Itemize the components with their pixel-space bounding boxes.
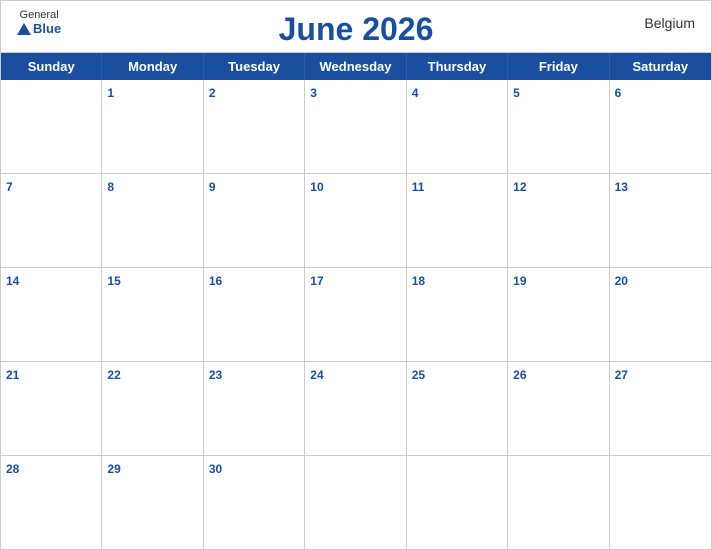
day-number: 18	[412, 274, 425, 288]
day-cell	[1, 80, 102, 173]
week-row-3: 14 15 16 17 18 19 20	[1, 268, 711, 362]
day-number: 16	[209, 274, 222, 288]
week-row-1: 1 2 3 4 5 6	[1, 80, 711, 174]
day-header-tuesday: Tuesday	[204, 53, 305, 80]
day-cell: 27	[610, 362, 711, 455]
day-number: 25	[412, 368, 425, 382]
day-cell: 22	[102, 362, 203, 455]
day-number: 10	[310, 180, 323, 194]
day-cell: 20	[610, 268, 711, 361]
day-number: 14	[6, 274, 19, 288]
logo-blue-text: Blue	[17, 21, 61, 36]
day-cell: 26	[508, 362, 609, 455]
day-number: 15	[107, 274, 120, 288]
day-header-monday: Monday	[102, 53, 203, 80]
day-cell: 28	[1, 456, 102, 549]
day-header-thursday: Thursday	[407, 53, 508, 80]
day-cell: 21	[1, 362, 102, 455]
day-cell: 23	[204, 362, 305, 455]
day-number: 5	[513, 86, 520, 100]
day-cell: 19	[508, 268, 609, 361]
day-cell	[305, 456, 406, 549]
calendar-header: General Blue June 2026 Belgium	[1, 1, 711, 52]
week-row-5: 28 29 30	[1, 456, 711, 549]
day-number: 23	[209, 368, 222, 382]
day-cell	[407, 456, 508, 549]
day-cell: 14	[1, 268, 102, 361]
day-number: 1	[107, 86, 114, 100]
day-number: 4	[412, 86, 419, 100]
logo-triangle-icon	[17, 23, 31, 35]
day-cell: 11	[407, 174, 508, 267]
day-number: 27	[615, 368, 628, 382]
logo-general-text: General	[20, 9, 59, 21]
day-cell	[508, 456, 609, 549]
day-number: 21	[6, 368, 19, 382]
day-number: 7	[6, 180, 13, 194]
day-cell: 9	[204, 174, 305, 267]
day-cell: 10	[305, 174, 406, 267]
week-row-2: 7 8 9 10 11 12 13	[1, 174, 711, 268]
day-number: 20	[615, 274, 628, 288]
day-number: 6	[615, 86, 622, 100]
day-cell: 24	[305, 362, 406, 455]
day-number: 28	[6, 462, 19, 476]
day-cell: 8	[102, 174, 203, 267]
day-cell: 1	[102, 80, 203, 173]
weeks-container: 1234567891011121314151617181920212223242…	[1, 80, 711, 549]
day-cell: 29	[102, 456, 203, 549]
month-title: June 2026	[279, 11, 434, 48]
country-label: Belgium	[644, 15, 695, 31]
day-cell	[610, 456, 711, 549]
day-number: 19	[513, 274, 526, 288]
day-number: 12	[513, 180, 526, 194]
day-number: 11	[412, 180, 425, 194]
day-number: 2	[209, 86, 216, 100]
day-header-wednesday: Wednesday	[305, 53, 406, 80]
day-number: 8	[107, 180, 114, 194]
day-cell: 13	[610, 174, 711, 267]
day-cell: 12	[508, 174, 609, 267]
day-number: 13	[615, 180, 628, 194]
day-header-saturday: Saturday	[610, 53, 711, 80]
day-cell: 18	[407, 268, 508, 361]
day-number: 30	[209, 462, 222, 476]
day-number: 9	[209, 180, 216, 194]
calendar-grid: SundayMondayTuesdayWednesdayThursdayFrid…	[1, 52, 711, 549]
day-cell: 2	[204, 80, 305, 173]
day-header-sunday: Sunday	[1, 53, 102, 80]
day-number: 3	[310, 86, 317, 100]
calendar: General Blue June 2026 Belgium SundayMon…	[0, 0, 712, 550]
week-row-4: 21 22 23 24 25 26 27	[1, 362, 711, 456]
day-headers-row: SundayMondayTuesdayWednesdayThursdayFrid…	[1, 53, 711, 80]
day-number: 17	[310, 274, 323, 288]
day-number: 22	[107, 368, 120, 382]
day-cell: 5	[508, 80, 609, 173]
day-number: 24	[310, 368, 323, 382]
day-cell: 6	[610, 80, 711, 173]
day-cell: 17	[305, 268, 406, 361]
day-header-friday: Friday	[508, 53, 609, 80]
day-cell: 7	[1, 174, 102, 267]
day-cell: 15	[102, 268, 203, 361]
day-number: 29	[107, 462, 120, 476]
day-cell: 3	[305, 80, 406, 173]
day-cell: 16	[204, 268, 305, 361]
day-number: 26	[513, 368, 526, 382]
day-cell: 4	[407, 80, 508, 173]
logo: General Blue	[17, 9, 61, 36]
day-cell: 30	[204, 456, 305, 549]
day-cell: 25	[407, 362, 508, 455]
